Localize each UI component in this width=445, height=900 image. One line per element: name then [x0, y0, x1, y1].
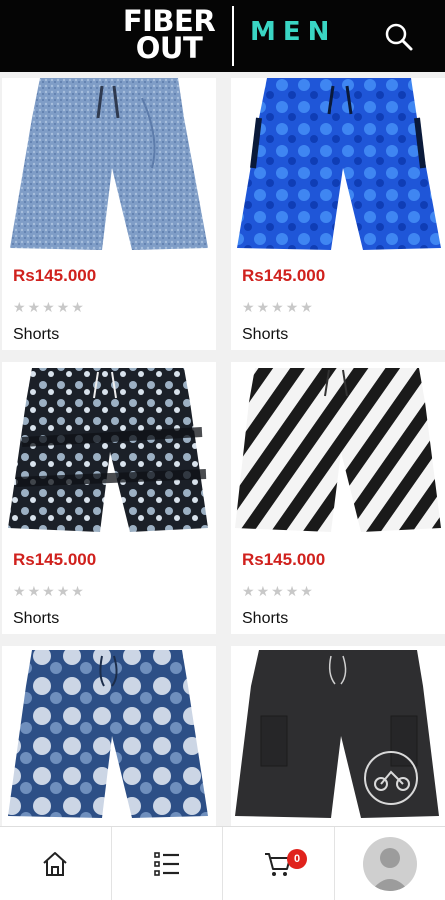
- product-card[interactable]: [231, 646, 445, 826]
- star-icon: ★: [300, 583, 313, 599]
- star-icon: ★: [285, 299, 299, 315]
- shorts-image: [8, 368, 208, 532]
- product-image[interactable]: [231, 646, 445, 822]
- logo-line-2: OUT: [135, 31, 203, 65]
- product-card[interactable]: Rs145.000 ★ ★ ★ ★ ★ Shorts: [231, 362, 445, 634]
- star-icon: ★: [242, 583, 255, 599]
- product-image[interactable]: [231, 362, 445, 538]
- shorts-image: [237, 78, 441, 250]
- search-icon: [385, 23, 413, 51]
- shorts-image: [235, 368, 441, 532]
- shorts-image: [10, 78, 208, 250]
- star-icon: ★: [13, 583, 26, 599]
- star-icon: ★: [56, 299, 70, 315]
- product-price: Rs145.000: [13, 550, 97, 569]
- product-image[interactable]: [231, 78, 445, 254]
- rating-stars: ★ ★ ★ ★ ★: [242, 584, 313, 598]
- star-icon: ★: [13, 299, 26, 315]
- product-name: Shorts: [13, 610, 60, 627]
- star-icon: ★: [271, 299, 284, 315]
- product-price: Rs145.000: [242, 550, 326, 569]
- product-image[interactable]: [2, 78, 216, 254]
- star-icon: ★: [242, 299, 255, 315]
- cart-count-badge: 0: [287, 849, 307, 869]
- product-name: Shorts: [13, 326, 60, 343]
- shorts-image: [8, 650, 208, 818]
- product-image[interactable]: [2, 646, 216, 822]
- product-name: Shorts: [242, 610, 289, 627]
- rating-stars: ★ ★ ★ ★ ★: [13, 300, 84, 314]
- star-icon: ★: [27, 583, 41, 599]
- app-header: FIBER OUT MEN: [0, 0, 445, 72]
- star-icon: ★: [71, 583, 84, 599]
- list-icon: [153, 851, 179, 876]
- logo-divider: [232, 6, 234, 66]
- product-grid: Rs145.000 ★ ★ ★ ★ ★ Shorts Rs145.000 ★ ★…: [0, 72, 445, 826]
- star-icon: ★: [42, 299, 55, 315]
- product-card[interactable]: [2, 646, 216, 826]
- rating-stars: ★ ★ ★ ★ ★: [13, 584, 84, 598]
- bottom-navigation: 0: [0, 826, 445, 900]
- home-icon: [43, 851, 67, 876]
- product-name: Shorts: [242, 326, 289, 343]
- shorts-image: [235, 650, 439, 818]
- search-button[interactable]: [382, 20, 416, 54]
- product-card[interactable]: Rs145.000 ★ ★ ★ ★ ★ Shorts: [2, 78, 216, 350]
- nav-cart[interactable]: 0: [223, 827, 335, 900]
- avatar: [362, 836, 417, 891]
- brand-logo[interactable]: FIBER OUT: [120, 7, 218, 65]
- star-icon: ★: [42, 583, 55, 599]
- star-icon: ★: [300, 299, 313, 315]
- star-icon: ★: [285, 583, 299, 599]
- star-icon: ★: [27, 299, 41, 315]
- star-icon: ★: [56, 583, 70, 599]
- product-image[interactable]: [2, 362, 216, 538]
- star-icon: ★: [256, 299, 270, 315]
- section-title: MEN: [250, 17, 337, 47]
- nav-profile[interactable]: [335, 827, 445, 900]
- product-price: Rs145.000: [242, 266, 326, 285]
- product-card[interactable]: Rs145.000 ★ ★ ★ ★ ★ Shorts: [2, 362, 216, 634]
- product-card[interactable]: Rs145.000 ★ ★ ★ ★ ★ Shorts: [231, 78, 445, 350]
- rating-stars: ★ ★ ★ ★ ★: [242, 300, 313, 314]
- product-price: Rs145.000: [13, 266, 97, 285]
- nav-categories[interactable]: [112, 827, 223, 900]
- star-icon: ★: [256, 583, 270, 599]
- star-icon: ★: [71, 299, 84, 315]
- user-avatar-icon: [370, 847, 409, 891]
- nav-home[interactable]: [0, 827, 112, 900]
- star-icon: ★: [271, 583, 284, 599]
